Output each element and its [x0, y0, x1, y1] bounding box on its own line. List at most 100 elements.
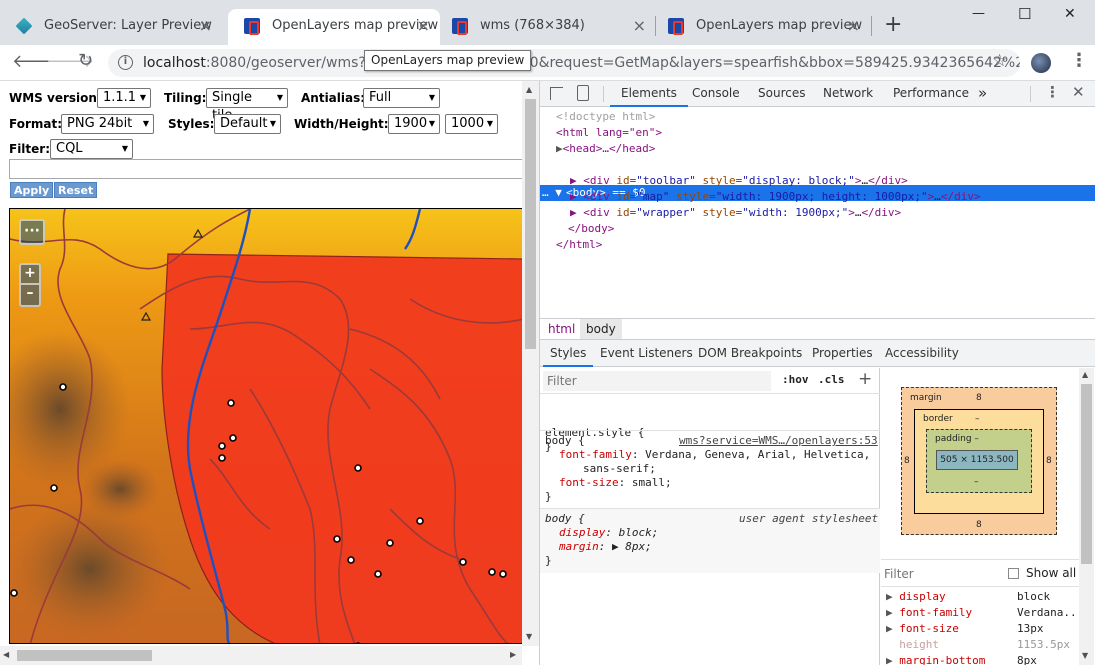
- minimize-button[interactable]: —: [972, 6, 985, 21]
- computed-filter-input[interactable]: [884, 565, 994, 583]
- more-tabs-chevron-icon[interactable]: »: [978, 81, 987, 107]
- dom-div-map[interactable]: ▶ <div id="map" style="width: 1900px; he…: [570, 189, 981, 205]
- info-icon[interactable]: i: [118, 55, 133, 70]
- browser-tab-openlayers-active[interactable]: OpenLayers map preview ×: [228, 9, 440, 45]
- tab-accessibility[interactable]: Accessibility: [878, 340, 966, 367]
- zoom-out-button[interactable]: –: [19, 285, 41, 307]
- tiling-select[interactable]: Single tile: [206, 88, 288, 123]
- address-toolbar: 🡐 🡒 ↻ i localhost:8080/geoserver/wms?ser…: [0, 45, 1095, 81]
- tab-styles[interactable]: Styles: [543, 340, 594, 367]
- browser-tab-wms[interactable]: wms (768×384) ×: [436, 9, 656, 45]
- star-icon[interactable]: ☆: [992, 51, 1007, 71]
- scrollbar-thumb[interactable]: [1081, 384, 1092, 564]
- tab-event-listeners[interactable]: Event Listeners: [593, 340, 700, 367]
- reset-button[interactable]: Reset: [54, 182, 98, 198]
- openlayers-icon: [668, 18, 684, 35]
- browser-tab-openlayers-2[interactable]: OpenLayers map preview ×: [652, 9, 870, 45]
- scroll-up-arrow-icon[interactable]: ▲: [1082, 370, 1088, 379]
- browser-tab-geoserver[interactable]: GeoServer: Layer Preview ×: [0, 9, 222, 45]
- antialias-select[interactable]: Full: [363, 88, 440, 108]
- computed-row[interactable]: ▶ margin-bottom 8px: [886, 653, 1074, 665]
- format-label: Format:: [9, 117, 63, 131]
- tab-title: wms (768×384): [480, 18, 585, 33]
- devtools-tab-sources[interactable]: Sources: [748, 81, 815, 107]
- apply-button[interactable]: Apply: [10, 182, 54, 198]
- format-select[interactable]: PNG 24bit: [61, 114, 154, 134]
- box-model-diagram: margin 8 8 8 8 border – padding – 505 × …: [881, 368, 1081, 558]
- computed-row[interactable]: ▶ font-size 13px: [886, 621, 1074, 637]
- body-rule[interactable]: body { wms?service=WMS…/openlayers:53 fo…: [545, 434, 880, 504]
- close-tab-icon[interactable]: ×: [633, 9, 646, 43]
- close-tab-icon[interactable]: ×: [847, 9, 860, 43]
- dom-doctype[interactable]: <!doctype html>: [556, 109, 655, 125]
- tab-properties[interactable]: Properties: [805, 340, 880, 367]
- url-bar[interactable]: i localhost:8080/geoserver/wms?servi 0&re…: [108, 49, 1020, 77]
- margin-box[interactable]: margin 8 8 8 8 border – padding – 505 × …: [901, 387, 1057, 535]
- close-tab-icon[interactable]: ×: [199, 9, 212, 43]
- rule-source-link[interactable]: wms?service=WMS…/openlayers:53: [679, 434, 878, 448]
- styles-select[interactable]: Default: [214, 114, 281, 134]
- scroll-down-arrow-icon[interactable]: ▼: [1082, 651, 1088, 660]
- devtools-tab-performance[interactable]: Performance: [883, 81, 979, 107]
- scroll-left-arrow-icon[interactable]: ◀: [3, 650, 9, 659]
- breadcrumb-body[interactable]: body: [580, 319, 622, 339]
- filter-textarea[interactable]: [9, 159, 523, 179]
- expand-triangle-icon[interactable]: ▶: [556, 142, 563, 155]
- dom-div-wrapper[interactable]: ▶ <div id="wrapper" style="width: 1900px…: [570, 205, 901, 221]
- scroll-up-arrow-icon[interactable]: ▲: [526, 85, 532, 94]
- menu-kebab-icon[interactable]: ⋮: [1070, 50, 1088, 71]
- styles-filter-input[interactable]: [543, 371, 771, 391]
- new-tab-button[interactable]: +: [884, 12, 902, 37]
- dom-html-close[interactable]: </html>: [556, 237, 602, 253]
- avatar[interactable]: [1031, 53, 1051, 73]
- dom-html-open[interactable]: <html lang="en">: [556, 125, 662, 141]
- devtools-tabbar: Elements Console Sources Network Perform…: [540, 81, 1095, 107]
- zoom-in-button[interactable]: +: [19, 263, 41, 285]
- filter-type-select[interactable]: CQL: [50, 139, 133, 159]
- devtools-tab-network[interactable]: Network: [813, 81, 883, 107]
- tab-title: OpenLayers map preview: [272, 18, 439, 33]
- devtools-tab-console[interactable]: Console: [682, 81, 750, 107]
- page-viewport: WMS version: 1.1.1 Tiling: Single tile A…: [0, 81, 539, 665]
- tab-separator: [871, 16, 872, 36]
- device-toolbar-icon[interactable]: [577, 85, 589, 101]
- page-horizontal-scrollbar[interactable]: ◀ ▶: [0, 646, 522, 665]
- scrollbar-thumb[interactable]: [17, 650, 152, 661]
- scroll-right-arrow-icon[interactable]: ▶: [510, 650, 516, 659]
- filter-label: Filter:: [9, 142, 51, 156]
- show-all-checkbox[interactable]: [1008, 568, 1019, 579]
- maximize-button[interactable]: ☐: [1018, 5, 1031, 23]
- wms-version-select[interactable]: 1.1.1: [97, 88, 151, 108]
- scroll-down-arrow-icon[interactable]: ▼: [526, 632, 532, 641]
- width-select[interactable]: 1900: [388, 114, 440, 134]
- padding-box[interactable]: padding – 505 × 1153.500 –: [926, 429, 1032, 493]
- dom-div-toolbar[interactable]: ▶ <div id="toolbar" style="display: bloc…: [570, 173, 908, 189]
- reload-icon[interactable]: ↻: [78, 50, 93, 71]
- new-rule-plus-icon[interactable]: +: [858, 369, 872, 389]
- devtools-close-icon[interactable]: ✕: [1072, 83, 1085, 101]
- devtools-scrollbar[interactable]: ▲ ▼: [1079, 368, 1094, 665]
- terrain-dark-area: [80, 459, 160, 519]
- computed-row[interactable]: ▶ font-family Verdana...: [886, 605, 1083, 621]
- scrollbar-thumb[interactable]: [525, 99, 536, 349]
- page-vertical-scrollbar[interactable]: ▲ ▼: [522, 81, 539, 646]
- dom-head[interactable]: ▶<head>…</head>: [556, 141, 655, 157]
- inspect-element-icon[interactable]: [550, 87, 563, 100]
- layer-switcher-button[interactable]: ···: [19, 219, 45, 245]
- map-viewport[interactable]: ··· + –: [9, 208, 523, 644]
- devtools-menu-icon[interactable]: ⋮: [1045, 83, 1060, 101]
- height-select[interactable]: 1000: [445, 114, 498, 134]
- hov-toggle[interactable]: :hov: [782, 373, 809, 386]
- devtools-tab-elements[interactable]: Elements: [610, 81, 688, 107]
- close-window-button[interactable]: ✕: [1064, 6, 1076, 22]
- cls-toggle[interactable]: .cls: [818, 373, 845, 386]
- width-height-label: Width/Height:: [294, 117, 389, 131]
- computed-row[interactable]: height 1153.5px: [886, 637, 1074, 653]
- border-box[interactable]: border – padding – 505 × 1153.500 –: [914, 409, 1044, 514]
- computed-row[interactable]: ▶ display block: [886, 589, 1074, 605]
- tab-dom-breakpoints[interactable]: DOM Breakpoints: [691, 340, 809, 367]
- dom-body-close[interactable]: </body>: [568, 221, 614, 237]
- content-box[interactable]: 505 × 1153.500: [936, 450, 1018, 470]
- close-tab-icon[interactable]: ×: [417, 9, 430, 43]
- breadcrumb-html[interactable]: html: [548, 322, 575, 336]
